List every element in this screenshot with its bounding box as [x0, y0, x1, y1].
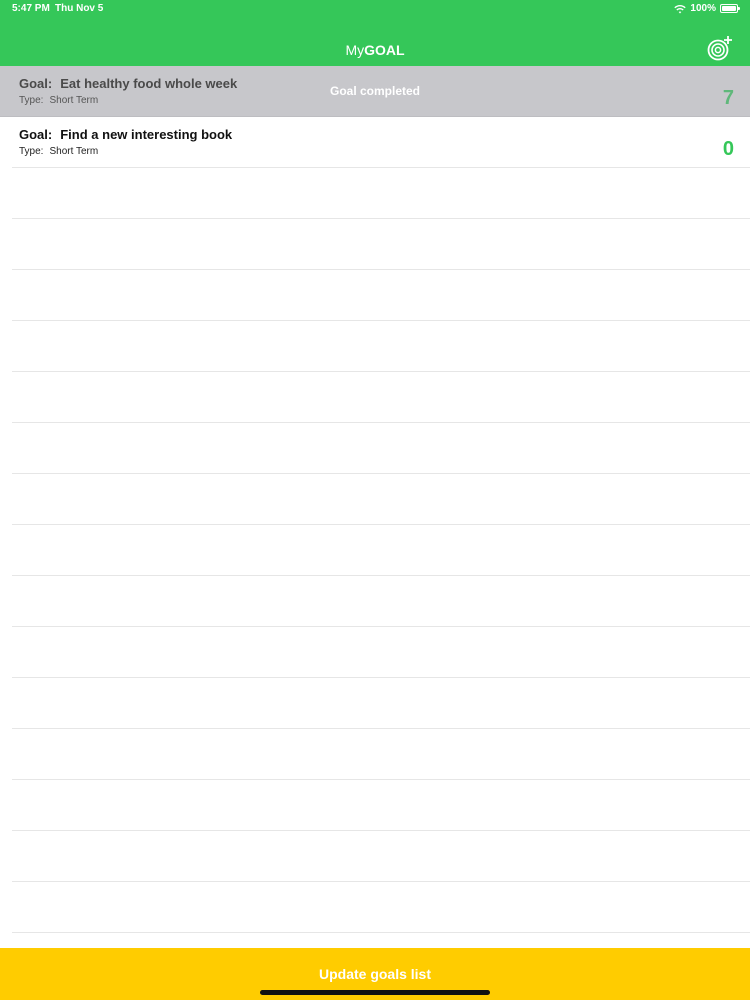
empty-row	[0, 627, 750, 678]
title-prefix: My	[345, 42, 365, 58]
page-title: MyGOAL	[0, 42, 750, 58]
empty-row	[0, 474, 750, 525]
goal-completed-status: Goal completed	[329, 84, 421, 98]
empty-row	[0, 270, 750, 321]
type-value: Short Term	[49, 146, 99, 157]
header: 5:47 PM Thu Nov 5 100% MyGOAL	[0, 0, 750, 66]
empty-row	[0, 423, 750, 474]
empty-row	[0, 525, 750, 576]
empty-row	[0, 576, 750, 627]
status-indicators: 100%	[674, 3, 740, 14]
battery-icon	[720, 4, 740, 13]
battery-percentage: 100%	[690, 3, 716, 14]
empty-row	[0, 882, 750, 933]
empty-row	[0, 168, 750, 219]
empty-row	[0, 678, 750, 729]
goal-count: 0	[722, 138, 734, 160]
goal-text: Find a new interesting book	[60, 127, 233, 142]
goal-label: Goal:	[19, 127, 53, 142]
title-suffix: GOAL	[364, 42, 405, 58]
app-root: 5:47 PM Thu Nov 5 100% MyGOAL Goal: Eat …	[0, 0, 750, 1000]
empty-row	[0, 780, 750, 831]
empty-row	[0, 729, 750, 780]
goal-title: Goal: Find a new interesting book	[19, 127, 232, 142]
empty-row	[0, 219, 750, 270]
empty-row	[0, 321, 750, 372]
wifi-icon	[674, 4, 687, 13]
type-label: Type:	[19, 146, 44, 157]
goal-row-completed[interactable]: Goal: Eat healthy food whole week Type: Sh…	[0, 66, 750, 117]
status-bar: 5:47 PM Thu Nov 5 100%	[0, 0, 750, 18]
goal-type: Type: Short Term	[19, 146, 98, 157]
status-date: Thu Nov 5	[55, 3, 104, 14]
empty-row	[0, 372, 750, 423]
goal-count: 7	[722, 87, 734, 109]
goal-row[interactable]: Goal: Find a new interesting book Type: Sh…	[0, 117, 750, 168]
empty-row	[0, 831, 750, 882]
goal-list: Goal: Eat healthy food whole week Type: Sh…	[0, 66, 750, 933]
status-time: 5:47 PM	[12, 3, 50, 14]
add-goal-target-icon[interactable]	[706, 34, 734, 62]
home-indicator	[260, 990, 490, 995]
